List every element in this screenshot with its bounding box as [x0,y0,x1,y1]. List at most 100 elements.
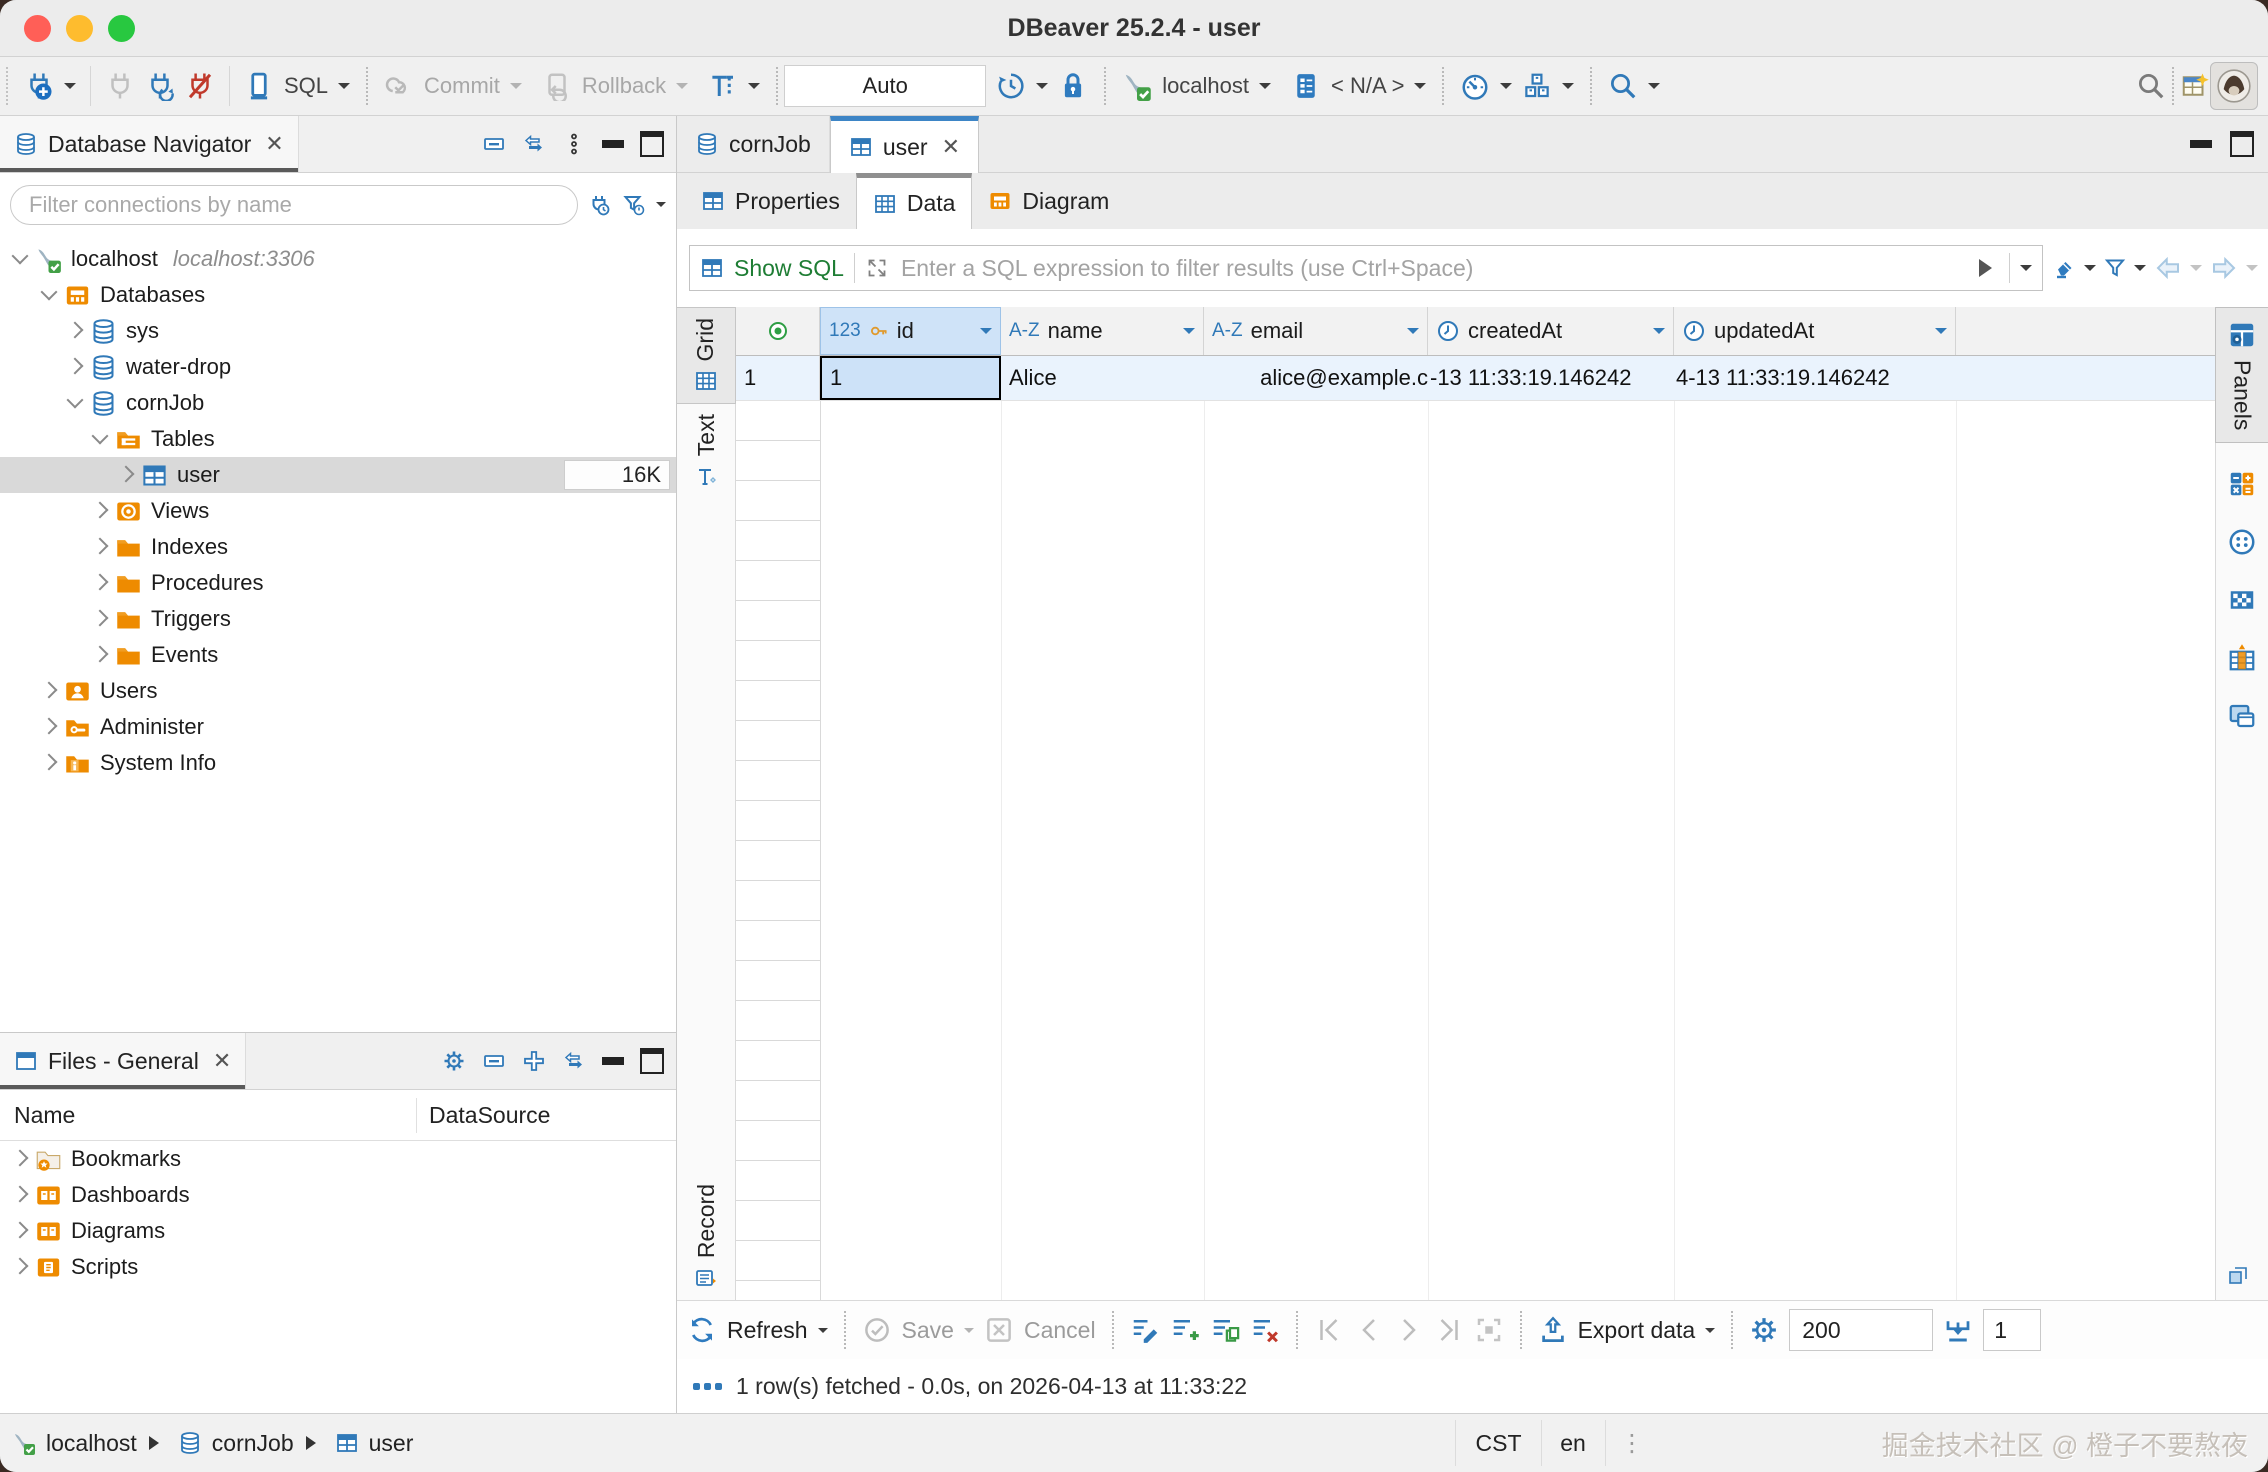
tree-item-users[interactable]: Users [0,673,676,709]
chevron-down-icon[interactable] [67,392,84,409]
breadcrumb-table[interactable]: user [369,1430,414,1457]
chevron-right-icon[interactable] [12,1222,29,1239]
reconnect-icon[interactable] [145,71,175,101]
column-header-createdat[interactable]: createdAt [1428,307,1674,355]
rollback-icon[interactable] [542,71,572,101]
user-profile-button[interactable] [2210,62,2258,110]
chevron-down-icon[interactable] [92,428,109,445]
chevron-right-icon[interactable] [92,502,109,519]
references-panel-icon[interactable] [2227,701,2257,731]
mysql-connection-icon[interactable] [1122,71,1152,101]
expand-filter-icon[interactable] [865,256,889,280]
status-detail-icon[interactable] [693,1383,722,1390]
column-header-updatedat[interactable]: updatedAt [1674,307,1956,355]
chevron-right-icon[interactable] [12,1186,29,1203]
fetch-next-segment-icon[interactable] [1943,1315,1973,1345]
restore-panel-icon[interactable] [2226,1263,2250,1292]
tree-item-indexes[interactable]: Indexes [0,529,676,565]
tree-item-events[interactable]: Events [0,637,676,673]
calc-panel-icon[interactable] [2227,469,2257,499]
commit-label[interactable]: Commit [424,73,500,99]
tab-properties[interactable]: Properties [685,173,856,229]
chevron-right-icon[interactable] [41,682,58,699]
go-to-row-icon[interactable] [1474,1315,1504,1345]
new-connection-icon[interactable] [24,71,54,101]
last-row-icon[interactable] [1434,1315,1464,1345]
cancel-icon[interactable] [984,1315,1014,1345]
tree-item-localhost[interactable]: localhost localhost:3306 [0,241,676,277]
active-schema-label[interactable]: < N/A > [1331,73,1404,99]
lock-icon[interactable] [1058,71,1088,101]
value-viewer-panel-icon[interactable] [2227,585,2257,615]
connect-icon[interactable] [105,71,135,101]
tree-item-procedures[interactable]: Procedures [0,565,676,601]
next-row-icon[interactable] [1394,1315,1424,1345]
column-menu-dropdown[interactable] [1653,328,1665,340]
settings-gear-icon[interactable] [1749,1315,1779,1345]
cell-createdat[interactable]: -13 11:33:19.146242 [1428,356,1674,400]
collapse-all-icon[interactable] [482,132,506,156]
tree-item-triggers[interactable]: Triggers [0,601,676,637]
files-item-dashboards[interactable]: Dashboards [0,1177,676,1213]
refresh-button[interactable]: Refresh [727,1317,808,1344]
cell-name[interactable]: Alice [1001,356,1204,400]
timezone-indicator[interactable]: CST [1455,1420,1542,1466]
save-dropdown[interactable] [964,1328,974,1338]
column-header-email[interactable]: A-Z email [1204,307,1428,355]
link-with-editor-icon[interactable] [522,132,546,156]
new-connection-dropdown[interactable] [64,83,76,95]
tab-user[interactable]: user ✕ [830,116,979,173]
tab-files-general[interactable]: Files - General ✕ [0,1033,246,1089]
connection-dropdown[interactable] [1259,83,1271,95]
tasks-dropdown[interactable] [1562,83,1574,95]
schema-icon[interactable] [1291,71,1321,101]
show-sql-icon[interactable] [700,256,724,280]
chevron-right-icon[interactable] [92,538,109,555]
back-dropdown[interactable] [2190,265,2202,277]
chevron-right-icon[interactable] [12,1150,29,1167]
duplicate-row-icon[interactable] [1210,1315,1240,1345]
chevron-right-icon[interactable] [41,754,58,771]
filter-history-dropdown[interactable] [2020,265,2032,277]
view-menu-icon[interactable] [562,132,586,156]
save-icon[interactable] [862,1315,892,1345]
column-header-name[interactable]: Name [0,1098,417,1133]
filter-settings-dropdown[interactable] [656,202,666,212]
show-sql-button[interactable]: Show SQL [734,255,844,282]
cancel-button[interactable]: Cancel [1024,1317,1096,1344]
save-button[interactable]: Save [902,1317,954,1344]
cell-updatedat[interactable]: 4-13 11:33:19.146242 [1674,356,1956,400]
connection-time-icon[interactable] [588,193,612,217]
export-dropdown[interactable] [1705,1328,1715,1338]
tab-panels[interactable]: Panels [2215,307,2268,443]
minimize-editor-icon[interactable] [2190,140,2212,148]
close-icon[interactable]: ✕ [213,1048,231,1074]
add-row-icon[interactable] [1170,1315,1200,1345]
refresh-icon[interactable] [687,1315,717,1345]
sql-editor-icon[interactable] [244,71,274,101]
column-menu-dropdown[interactable] [1183,328,1195,340]
collapse-all-icon[interactable] [482,1049,506,1073]
edit-row-icon[interactable] [1130,1315,1160,1345]
files-item-scripts[interactable]: Scripts [0,1249,676,1285]
column-header-id[interactable]: 123 id [820,307,1001,355]
minimize-panel-icon[interactable] [602,1057,624,1065]
current-row-input[interactable]: 1 [1983,1309,2041,1351]
toolbar-drag-handle[interactable] [6,67,14,105]
expand-all-icon[interactable] [522,1049,546,1073]
perspective-icon[interactable] [2180,71,2210,101]
filters-icon[interactable] [2103,256,2127,280]
breadcrumb-connection[interactable]: localhost [46,1430,137,1457]
tree-item-cornjob[interactable]: cornJob [0,385,676,421]
metadata-panel-icon[interactable] [2227,527,2257,557]
active-connection-label[interactable]: localhost [1162,73,1249,99]
fetch-size-input[interactable]: 200 [1789,1309,1933,1351]
disconnect-icon[interactable] [185,71,215,101]
tab-text-presentation[interactable]: Text [677,404,735,498]
sql-filter-input[interactable] [899,254,1969,283]
chevron-right-icon[interactable] [67,322,84,339]
search-icon[interactable] [1608,71,1638,101]
rollback-label[interactable]: Rollback [582,73,666,99]
minimize-panel-icon[interactable] [602,140,624,148]
export-data-button[interactable]: Export data [1578,1317,1696,1344]
